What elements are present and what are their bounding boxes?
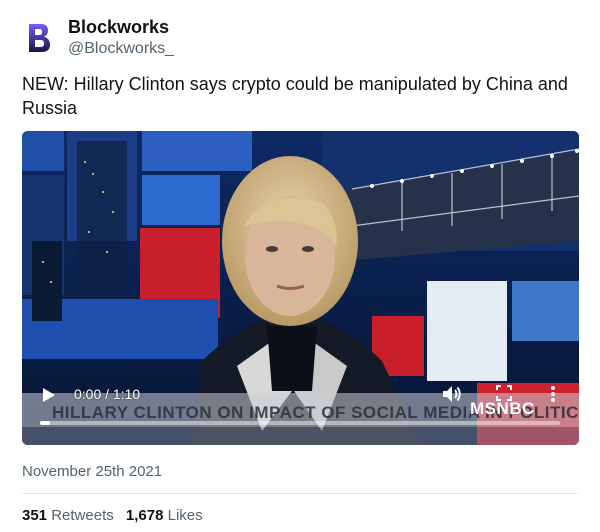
user-handle[interactable]: @Blockworks_ bbox=[68, 39, 174, 59]
retweets-label: Retweets bbox=[51, 507, 114, 524]
play-button[interactable] bbox=[42, 387, 56, 403]
network-logo: MSNBC bbox=[470, 399, 535, 418]
retweets-stat[interactable]: 351 Retweets bbox=[22, 507, 114, 524]
tweet-header: Blockworks @Blockworks_ bbox=[22, 16, 174, 59]
play-icon bbox=[43, 388, 55, 402]
progress-fill bbox=[40, 421, 51, 425]
likes-count: 1,678 bbox=[125, 507, 164, 524]
blockworks-logo-icon bbox=[29, 23, 50, 52]
divider bbox=[22, 493, 578, 494]
volume-button[interactable] bbox=[442, 385, 462, 403]
video-time: 0:00 / 1:10 bbox=[74, 386, 141, 402]
avatar[interactable] bbox=[22, 21, 56, 55]
more-options-button[interactable] bbox=[550, 385, 556, 403]
tweet-text: NEW: Hillary Clinton says crypto could b… bbox=[22, 74, 568, 118]
progress-bar[interactable] bbox=[40, 421, 560, 425]
volume-icon bbox=[443, 386, 461, 402]
tweet-stats: 351 Retweets 1,678 Likes bbox=[22, 507, 211, 524]
likes-label: Likes bbox=[167, 507, 203, 524]
fullscreen-icon bbox=[496, 385, 512, 401]
tweet-date[interactable]: November 25th 2021 bbox=[22, 463, 162, 480]
display-name[interactable]: Blockworks bbox=[68, 16, 174, 38]
video-player[interactable]: HILLARY CLINTON ON IMPACT OF SOCIAL MEDI… bbox=[22, 131, 579, 445]
retweets-count: 351 bbox=[22, 507, 48, 524]
fullscreen-button[interactable] bbox=[496, 385, 512, 401]
likes-stat[interactable]: 1,678 Likes bbox=[126, 507, 203, 524]
more-options-icon bbox=[551, 386, 555, 402]
